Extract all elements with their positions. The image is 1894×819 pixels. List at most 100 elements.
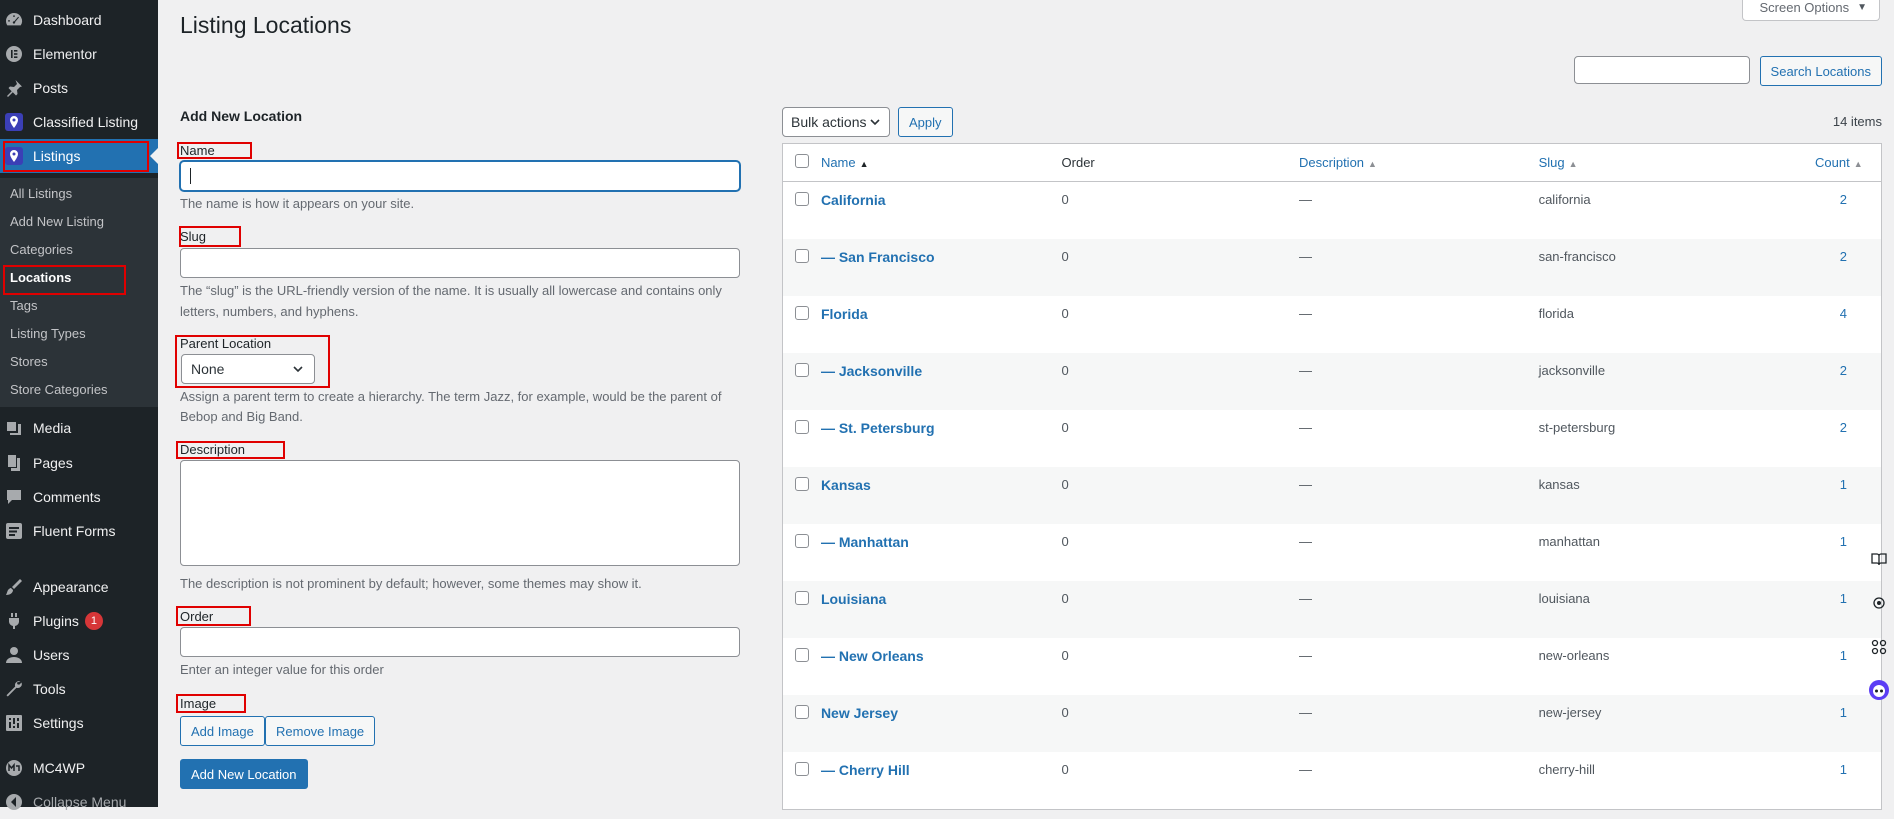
description-textarea[interactable] [180,460,740,566]
assistant-bot-icon[interactable] [1868,679,1890,701]
location-name-link[interactable]: — San Francisco [821,249,935,265]
apps-grid-icon[interactable] [1868,636,1890,658]
row-checkbox-cell [783,752,821,810]
submenu-listing-types[interactable]: Listing Types [10,326,86,341]
menu-pages[interactable]: Pages [0,446,158,480]
order-value: 0 [1061,477,1069,492]
menu-listings[interactable]: Listings [0,139,158,173]
row-checkbox[interactable] [794,306,809,320]
bulk-actions-select[interactable]: Bulk actions [782,107,890,137]
submenu-categories[interactable]: Categories [10,242,73,257]
elementor-icon [4,44,24,64]
count-link[interactable]: 1 [1840,762,1847,777]
slug-value: st-petersburg [1538,420,1616,435]
add-image-button[interactable]: Add Image [180,716,265,746]
count-link[interactable]: 2 [1840,249,1847,264]
menu-posts[interactable]: Posts [0,71,158,105]
count-link[interactable]: 1 [1840,648,1847,663]
count-link[interactable]: 4 [1840,306,1847,321]
book-icon[interactable] [1868,548,1890,570]
location-name-link[interactable]: — St. Petersburg [821,420,935,436]
menu-comments[interactable]: Comments [0,480,158,514]
menu-plugins[interactable]: Plugins 1 [0,604,158,638]
order-cell: 0 [1061,353,1299,410]
submenu-all-listings[interactable]: All Listings [10,186,72,201]
location-name-link[interactable]: Louisiana [821,591,886,607]
select-all-checkbox[interactable] [794,154,809,168]
description-value: — [1299,762,1312,777]
row-checkbox[interactable] [794,363,809,377]
collapse-icon [4,792,24,812]
row-checkbox[interactable] [794,192,809,206]
location-name-link[interactable]: New Jersey [821,705,898,721]
location-name-link[interactable]: Florida [821,306,868,322]
location-name-link[interactable]: — Manhattan [821,534,909,550]
slug-value: new-orleans [1538,648,1610,663]
description-cell: — [1299,239,1539,296]
column-order-label: Order [1061,155,1095,170]
row-checkbox[interactable] [794,534,809,548]
submenu-add-new-listing[interactable]: Add New Listing [10,214,104,229]
add-new-location-button[interactable]: Add New Location [180,759,308,789]
count-link[interactable]: 1 [1840,705,1847,720]
menu-tools[interactable]: Tools [0,672,158,706]
menu-dashboard[interactable]: Dashboard [0,3,158,37]
slug-value: louisiana [1538,591,1590,606]
menu-fluent-forms[interactable]: Fluent Forms [0,514,158,548]
slug-label: Slug [180,229,207,244]
order-input[interactable] [180,627,740,657]
menu-settings[interactable]: Settings [0,706,158,740]
page-title: Listing Locations [180,12,352,38]
column-slug[interactable]: Slug ▲ [1538,143,1816,182]
name-cell: — Cherry Hill [821,752,1062,810]
location-name-link[interactable]: Kansas [821,477,871,493]
row-checkbox[interactable] [794,591,809,605]
location-name-link[interactable]: California [821,192,886,208]
plugins-update-badge: 1 [84,612,103,630]
row-checkbox[interactable] [794,705,809,719]
count-link[interactable]: 1 [1840,477,1847,492]
submenu-locations[interactable]: Locations [10,270,71,285]
search-input[interactable] [1573,56,1750,84]
remove-image-button[interactable]: Remove Image [265,716,376,746]
submenu-store-categories[interactable]: Store Categories [10,382,108,397]
count-link[interactable]: 2 [1840,420,1847,435]
name-input[interactable] [180,161,740,191]
broadcast-icon[interactable] [1868,592,1890,614]
location-name-link[interactable]: — New Orleans [821,648,924,664]
location-name-link[interactable]: — Jacksonville [821,363,922,379]
menu-classified-listing[interactable]: Classified Listing [0,105,158,139]
row-checkbox[interactable] [794,420,809,434]
menu-collapse[interactable]: Collapse Menu [0,785,158,819]
submenu-tags[interactable]: Tags [10,298,37,313]
count-link[interactable]: 1 [1840,534,1847,549]
menu-label: MC4WP [33,760,86,776]
count-cell: 2 [1815,353,1882,410]
count-link[interactable]: 1 [1840,591,1847,606]
screen-options-button[interactable]: Screen Options ▼ [1742,0,1880,21]
search-locations-button[interactable]: Search Locations [1759,56,1882,86]
order-cell: 0 [1061,581,1299,638]
menu-elementor[interactable]: Elementor [0,37,158,71]
count-link[interactable]: 2 [1840,363,1847,378]
menu-media[interactable]: Media [0,411,158,445]
slug-cell: st-petersburg [1539,410,1815,467]
menu-mc4wp[interactable]: MC4WP [0,751,158,785]
column-name[interactable]: Name ▲ [820,143,1062,182]
apply-button[interactable]: Apply [898,107,953,137]
column-description[interactable]: Description ▲ [1299,143,1539,182]
count-link[interactable]: 2 [1840,192,1847,207]
row-checkbox[interactable] [794,249,809,263]
parent-location-select[interactable]: None [181,354,315,384]
row-checkbox[interactable] [794,648,809,662]
slug-input[interactable] [180,248,740,278]
location-name-link[interactable]: — Cherry Hill [821,762,910,778]
column-count[interactable]: Count ▲ [1815,143,1882,182]
menu-users[interactable]: Users [0,638,158,672]
row-checkbox[interactable] [794,477,809,491]
submenu-stores[interactable]: Stores [10,354,48,369]
menu-appearance[interactable]: Appearance [0,570,158,604]
description-value: — [1299,363,1312,378]
description-cell: — [1299,752,1539,810]
row-checkbox[interactable] [794,762,809,776]
